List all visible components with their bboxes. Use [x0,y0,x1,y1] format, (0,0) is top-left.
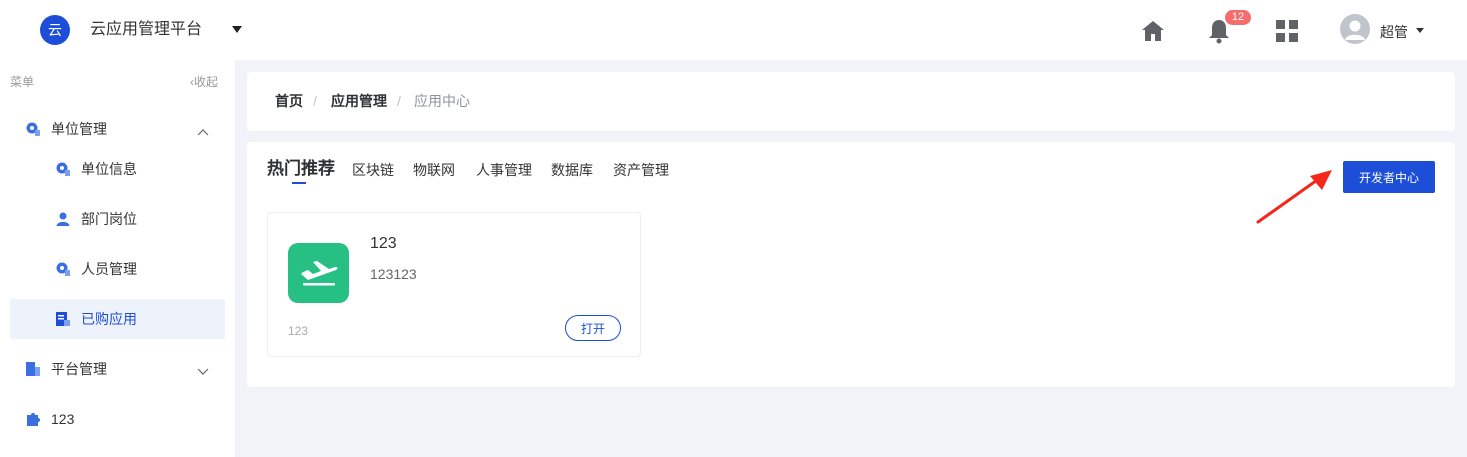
tab-asset-management[interactable]: 资产管理 [613,162,669,178]
breadcrumb: 首页 / 应用管理 / 应用中心 [247,72,1455,131]
person-icon [54,210,72,228]
app-name: 123 [370,235,397,252]
org-gear-icon [54,160,72,178]
sidebar-item-personnel[interactable]: 人员管理 [10,249,225,289]
sidebar-item-label: 单位信息 [81,161,137,177]
app-title: 云应用管理平台 [90,21,203,38]
sidebar-group-unit-management[interactable]: 单位管理 [10,109,225,149]
user-name[interactable]: 超管 [1380,22,1408,42]
tab-iot[interactable]: 物联网 [413,162,455,178]
tab-database[interactable]: 数据库 [551,162,593,178]
puzzle-icon [24,410,42,428]
chevron-up-icon [197,123,209,139]
sidebar-item-label: 单位管理 [51,121,107,137]
sidebar-item-label: 平台管理 [51,361,107,377]
collapse-button[interactable]: ‹收起 [190,73,218,90]
annotation-arrow-icon [1256,170,1332,224]
sidebar-item-label: 部门岗位 [81,211,137,227]
caret-down-icon[interactable] [232,26,242,33]
sidebar: 菜单 ‹收起 单位管理 单位信息 部门岗位 人员管理 已购应用 平台管理 123 [0,60,235,457]
breadcrumb-home[interactable]: 首页 [275,93,303,109]
breadcrumb-separator: / [397,93,401,109]
sidebar-item-unit-info[interactable]: 单位信息 [10,149,225,189]
sidebar-item-123[interactable]: 123 [10,399,225,439]
sidebar-group-platform-management[interactable]: 平台管理 [10,349,225,389]
org-gear-icon [24,120,42,138]
purchased-app-icon [54,310,72,328]
tab-blockchain[interactable]: 区块链 [352,162,394,178]
top-header: 云 云应用管理平台 12 超管 [0,0,1467,60]
building-icon [24,360,42,378]
home-icon[interactable] [1140,18,1166,44]
app-footer-text: 123 [288,324,309,338]
breadcrumb-app-management[interactable]: 应用管理 [331,93,387,109]
sidebar-item-purchased-apps[interactable]: 已购应用 [10,299,225,339]
breadcrumb-current: 应用中心 [414,93,470,109]
grid-apps-icon[interactable] [1274,18,1300,44]
menu-label: 菜单 [10,75,35,89]
breadcrumb-separator: / [313,93,317,109]
app-description: 123123 [370,266,417,282]
app-card[interactable]: 123 123123 123 打开 [267,212,641,357]
org-gear-icon [54,260,72,278]
sidebar-item-label: 123 [51,411,75,427]
caret-down-icon[interactable] [1416,28,1424,33]
sidebar-item-label: 人员管理 [81,261,137,277]
tab-hr[interactable]: 人事管理 [476,162,532,178]
sidebar-item-label: 已购应用 [81,311,137,327]
logo[interactable]: 云 [40,15,70,45]
sidebar-item-department[interactable]: 部门岗位 [10,199,225,239]
plane-takeoff-icon [288,243,349,303]
user-avatar-icon[interactable] [1340,14,1370,44]
open-app-button[interactable]: 打开 [565,315,621,341]
chevron-down-icon [197,363,209,379]
active-tab-indicator [292,182,306,184]
tab-hot-recommend[interactable]: 热门推荐 [267,159,335,179]
notification-badge: 12 [1225,10,1251,25]
developer-center-button[interactable]: 开发者中心 [1343,161,1435,193]
app-center-panel: 热门推荐 区块链 物联网 人事管理 数据库 资产管理 开发者中心 123 123… [247,142,1455,387]
